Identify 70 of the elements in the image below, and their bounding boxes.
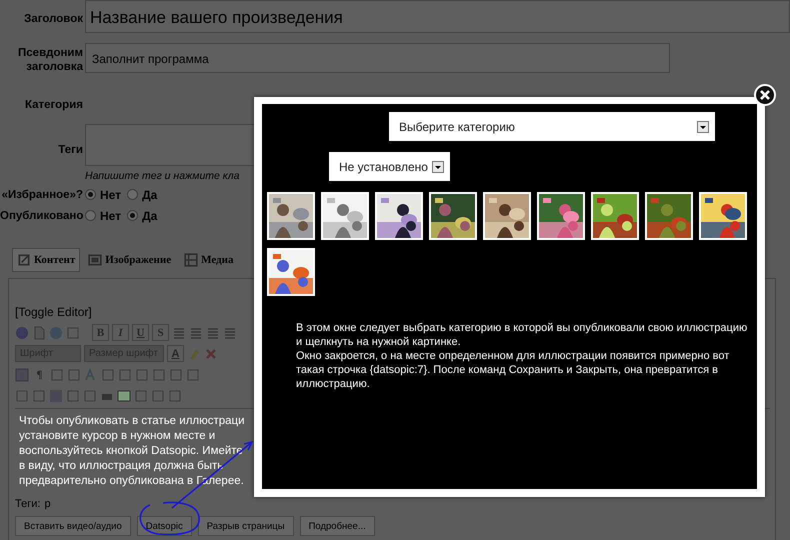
align-icon[interactable] [189,326,203,340]
tab[interactable]: Медиа [179,248,238,272]
tags-field[interactable] [85,124,254,166]
image-icon [88,253,102,267]
field-label: Заголовок [23,12,83,26]
align-icon[interactable] [172,326,186,340]
square-icon[interactable] [135,368,149,382]
edit-icon [17,253,31,267]
field-label: «Избранное»? [0,188,83,202]
tag-value: p [44,498,51,510]
thumbnail[interactable] [591,192,639,240]
square-icon[interactable] [66,326,80,340]
field-label: Псевдоним заголовка [17,46,83,74]
square-icon[interactable] [168,388,182,402]
square-icon[interactable] [186,368,200,382]
paragraph-button[interactable]: ¶ [32,367,47,382]
square-icon[interactable] [15,388,29,402]
editor-button[interactable]: Разрыв страницы [198,516,294,536]
radio-label: Нет [100,188,122,202]
editor-button[interactable]: Вставить видео/аудио [15,516,131,536]
close-icon[interactable] [754,84,776,106]
editor-button[interactable]: Datsopic [136,516,192,536]
tags-label: Теги: [15,498,40,510]
square-icon[interactable] [66,388,80,402]
field-label: Категория [24,98,83,112]
align-icon[interactable] [206,326,220,340]
thumbnail[interactable] [699,192,747,240]
title-field[interactable]: Название вашего произведения [85,0,790,33]
alias-field[interactable]: Заполнит программа [85,43,670,73]
square-icon[interactable] [15,368,29,382]
thumbnail[interactable] [537,192,585,240]
radio-label: Нет [100,208,122,222]
radio-button[interactable] [85,189,96,200]
image-icon[interactable] [117,388,131,402]
thumbnail[interactable] [645,192,693,240]
align-icon[interactable] [223,326,237,340]
help-text: Напишите тег и нажмите кла [85,170,240,182]
editor-button[interactable]: Подробнее... [300,516,375,536]
square-icon[interactable] [67,368,81,382]
field-label: Опубликовано [0,208,83,222]
field-label: Теги [57,143,83,157]
tab[interactable]: Контент [12,248,80,272]
thumbnail[interactable] [321,192,369,240]
square-icon[interactable] [101,368,115,382]
radio-label: Да [142,208,158,222]
toggle-editor-link[interactable]: [Toggle Editor] [15,305,92,319]
instruction-text: Окно закроется, о на месте определенном для иллюстрации появится примерно вот такая строчка {datsopic:7}. После команд Сохранить и Закрыть, она превратится в иллюстрацию. [296,349,730,391]
square-icon[interactable] [169,368,183,382]
radio-button[interactable] [127,210,138,221]
cross-icon[interactable] [204,346,218,360]
square-icon[interactable] [152,368,166,382]
square-icon[interactable] [32,388,46,402]
thumbnail[interactable] [267,192,315,240]
page-icon[interactable] [32,326,46,340]
radio-button[interactable] [127,189,138,200]
thumbnail[interactable] [483,192,531,240]
tab[interactable]: Изображение [83,248,176,272]
instruction-text: В этом окне следует выбрать категорию в которой вы опубликовали свою иллюстрацию и щелкнуть на нужной картинке. [296,321,748,349]
square-icon[interactable] [151,388,165,402]
square-icon[interactable] [83,388,97,402]
square-icon[interactable] [118,368,132,382]
thumbnail[interactable] [267,248,315,296]
category-select[interactable]: Выберите категорию [389,112,715,141]
radio-label: Да [142,188,158,202]
square-icon[interactable] [50,368,64,382]
film-icon [184,253,198,267]
thumbnail[interactable] [375,192,423,240]
thumbnail[interactable] [429,192,477,240]
radio-button[interactable] [85,210,96,221]
filter-select[interactable]: Не установлено [329,152,450,181]
